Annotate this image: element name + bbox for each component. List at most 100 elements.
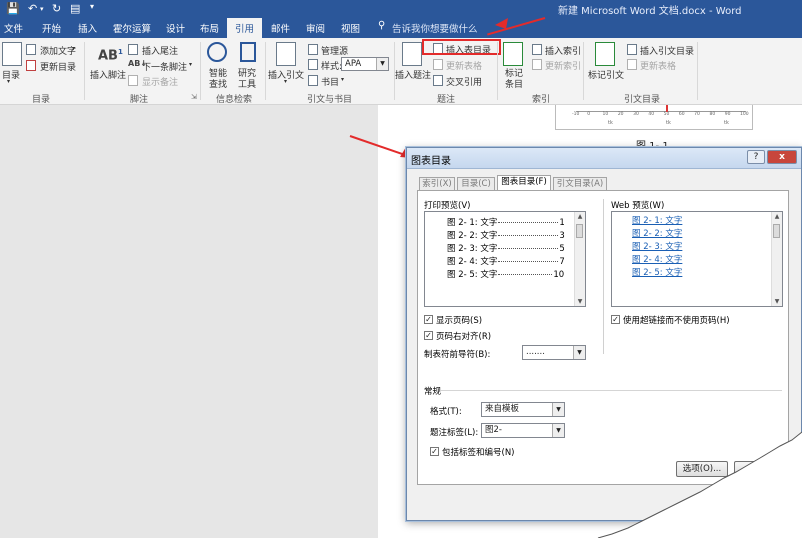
bibliography-icon[interactable]: [308, 75, 318, 86]
web-preview-link[interactable]: 图 2- 1: 文字: [632, 214, 682, 226]
scroll-up-icon[interactable]: ▲: [575, 213, 585, 220]
toc-button[interactable]: 目录: [2, 68, 20, 81]
mark-entry-line2[interactable]: 条目: [505, 77, 523, 90]
update-toc-button[interactable]: 更新目录: [40, 60, 76, 73]
show-page-numbers-label[interactable]: 显示页码(S): [436, 314, 482, 326]
manage-sources-button[interactable]: 管理源: [321, 44, 348, 57]
formats-select[interactable]: 来自模板 ▼: [481, 402, 565, 417]
formats-label: 格式(T):: [430, 407, 462, 417]
undo-icon[interactable]: ↶: [28, 2, 37, 15]
footnote-ab-icon[interactable]: AB1: [98, 48, 123, 63]
tab-review[interactable]: 审阅: [306, 21, 325, 35]
web-preview-scrollbar[interactable]: ▲ ▼: [771, 212, 782, 306]
tab-leader-select[interactable]: ....... ▼: [522, 345, 586, 360]
scroll-thumb[interactable]: [773, 224, 780, 238]
insert-citation-icon[interactable]: [276, 42, 296, 66]
next-footnote-dropdown-icon[interactable]: ▾: [189, 61, 192, 68]
group-divider: [697, 42, 698, 100]
caption-label-dropdown-icon[interactable]: ▼: [552, 424, 564, 437]
web-preview-link[interactable]: 图 2- 5: 文字: [632, 266, 682, 278]
help-button[interactable]: ?: [747, 150, 765, 164]
modify-button[interactable]: [734, 461, 774, 477]
insert-citation-dropdown-icon[interactable]: ▾: [284, 78, 287, 85]
include-label-label[interactable]: 包括标签和编号(N): [442, 446, 515, 458]
insert-index-icon[interactable]: [532, 44, 542, 55]
toc-icon[interactable]: [2, 42, 22, 66]
scroll-thumb[interactable]: [576, 224, 583, 238]
style-dropdown-icon[interactable]: ▼: [376, 58, 388, 70]
update-toc-icon[interactable]: [26, 60, 36, 71]
cross-reference-icon[interactable]: [433, 75, 443, 86]
close-button[interactable]: x: [767, 150, 797, 164]
show-page-numbers-checkbox[interactable]: ✓: [424, 315, 433, 324]
insert-footnote-button[interactable]: 插入脚注: [90, 68, 126, 81]
print-preview-box[interactable]: 图 2- 1: 文字 1 图 2- 2: 文字 3 图 2- 3: 文字 5 图 2-…: [424, 211, 586, 307]
right-align-checkbox[interactable]: ✓: [424, 331, 433, 340]
tab-mailings[interactable]: 邮件: [271, 21, 290, 35]
tab-layout[interactable]: 布局: [200, 21, 219, 35]
bibliography-dropdown-icon[interactable]: ▾: [341, 76, 344, 83]
insert-endnote-button[interactable]: 插入尾注: [142, 44, 178, 57]
smart-lookup-line2[interactable]: 查找: [209, 77, 227, 90]
include-label-checkbox[interactable]: ✓: [430, 447, 439, 456]
tab-hall-calc[interactable]: 霍尔运算: [113, 21, 151, 35]
mark-citation-icon[interactable]: [595, 42, 615, 66]
tab-view[interactable]: 视图: [341, 21, 360, 35]
insert-caption-icon[interactable]: [402, 42, 422, 66]
tab-insert[interactable]: 插入: [78, 21, 97, 35]
dialog-title-bar[interactable]: 图表目录 ? x: [407, 148, 801, 169]
general-label: 常规: [424, 387, 442, 397]
web-preview-link[interactable]: 图 2- 2: 文字: [632, 227, 682, 239]
use-hyperlinks-checkbox[interactable]: ✓: [611, 315, 620, 324]
use-hyperlinks-label[interactable]: 使用超链接而不使用页码(H): [623, 314, 730, 326]
style-select[interactable]: APA ▼: [341, 57, 389, 71]
print-preview-scrollbar[interactable]: ▲ ▼: [574, 212, 585, 306]
group-divider: [497, 42, 498, 100]
mark-citation-button[interactable]: 标记引文: [588, 68, 624, 81]
scroll-down-icon[interactable]: ▼: [772, 298, 782, 305]
insert-caption-button[interactable]: 插入题注: [395, 68, 431, 81]
insert-toa-icon[interactable]: [627, 44, 637, 55]
cross-reference-button[interactable]: 交叉引用: [446, 75, 482, 88]
web-preview-link[interactable]: 图 2- 3: 文字: [632, 240, 682, 252]
web-preview-box[interactable]: 图 2- 1: 文字 图 2- 2: 文字 图 2- 3: 文字 图 2- 4:…: [611, 211, 783, 307]
mark-entry-icon[interactable]: [503, 42, 523, 66]
scroll-up-icon[interactable]: ▲: [772, 213, 782, 220]
tab-table-of-authorities[interactable]: 引文目录(A): [553, 177, 607, 190]
search-icon[interactable]: ⚲: [378, 20, 385, 31]
right-align-label[interactable]: 页码右对齐(R): [436, 330, 491, 342]
caption-label-select[interactable]: 图2- ▼: [481, 423, 565, 438]
tell-me-input[interactable]: 告诉我你想要做什么: [392, 21, 478, 35]
save-icon[interactable]: 💾: [6, 2, 20, 15]
researcher-line2[interactable]: 工具: [238, 77, 256, 90]
tab-references[interactable]: 引用: [227, 18, 263, 38]
manage-sources-icon[interactable]: [308, 44, 318, 55]
next-footnote-button[interactable]: 下一条脚注: [142, 60, 187, 73]
smart-lookup-icon[interactable]: [207, 42, 227, 62]
tab-home[interactable]: 开始: [42, 21, 61, 35]
add-text-button[interactable]: 添加文字: [40, 44, 76, 57]
redo-icon[interactable]: ↻: [52, 2, 61, 15]
tab-table-of-figures[interactable]: 图表目录(F): [497, 175, 551, 191]
undo-dropdown-icon[interactable]: ▾: [40, 5, 44, 13]
bibliography-button[interactable]: 书目: [321, 75, 339, 88]
customize-qat-icon[interactable]: ▾: [90, 2, 94, 11]
touch-mode-icon[interactable]: ▤: [70, 2, 80, 15]
tab-index[interactable]: 索引(X): [419, 177, 455, 190]
tab-toc[interactable]: 目录(C): [457, 177, 495, 190]
insert-toa-button[interactable]: 插入引文目录: [640, 44, 694, 57]
tab-leader-dropdown-icon[interactable]: ▼: [573, 346, 585, 359]
researcher-icon[interactable]: [240, 42, 256, 62]
options-button[interactable]: 选项(O)...: [676, 461, 728, 477]
tab-design[interactable]: 设计: [166, 21, 185, 35]
tab-file[interactable]: 文件: [4, 21, 23, 35]
web-preview-link[interactable]: 图 2- 4: 文字: [632, 253, 682, 265]
insert-endnote-icon[interactable]: [128, 44, 138, 55]
formats-dropdown-icon[interactable]: ▼: [552, 403, 564, 416]
scroll-down-icon[interactable]: ▼: [575, 298, 585, 305]
footnotes-launcher-icon[interactable]: ⇲: [191, 93, 197, 101]
toc-dropdown-icon[interactable]: ▾: [7, 78, 10, 85]
add-text-dropdown-icon[interactable]: ▾: [72, 45, 75, 52]
add-text-icon[interactable]: [26, 44, 36, 55]
insert-index-button[interactable]: 插入索引: [545, 44, 581, 57]
